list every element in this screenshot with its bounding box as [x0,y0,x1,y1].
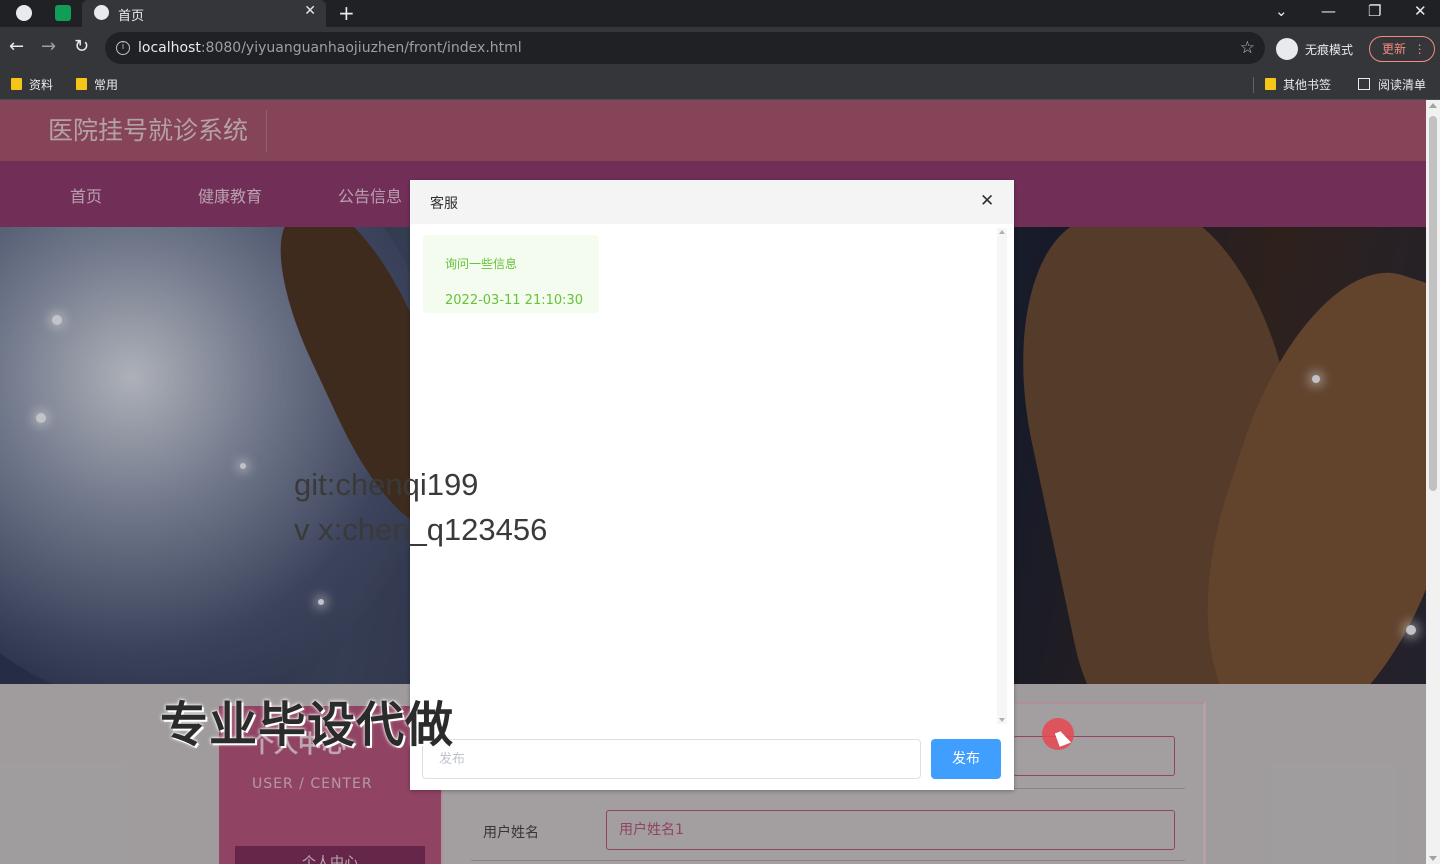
folder-icon [76,78,87,90]
window-close-button[interactable]: ✕ [1414,2,1427,20]
new-tab-button[interactable]: + [338,1,355,25]
watermark-line: git:chenqi199 [294,467,479,502]
tab-favicon-icon [94,5,109,20]
dialog-title: 客服 [430,196,458,212]
watermark-line: v x:chen_q123456 [294,512,548,547]
tab-search-button[interactable]: ⌄ [1275,2,1288,20]
dialog-header: 客服 ✕ [410,180,1014,224]
scroll-up-arrow-icon[interactable] [1429,103,1437,108]
other-bookmarks[interactable]: 其他书签 [1265,76,1331,93]
incognito-icon[interactable] [1276,38,1298,60]
browser-tab-home[interactable]: 首页 ✕ [82,0,326,27]
bookmarks-bar: 资料 常用 其他书签 阅读清单 [0,69,1440,100]
incognito-label[interactable]: 无痕模式 [1305,41,1353,58]
bookmark-divider [1253,77,1254,93]
watermark-banner: 专业毕设代做 [160,697,455,753]
browser-tab-strip: 首页 ✕ + ⌄ — ❐ ✕ [0,0,1440,27]
site-info-icon[interactable]: i [116,41,130,55]
chat-message-time: 2022-03-11 21:10:30 [445,293,584,308]
page-scrollbar-thumb[interactable] [1429,116,1437,491]
tab-close-icon[interactable]: ✕ [304,3,316,19]
reading-list-icon [1358,78,1370,90]
forward-arrow-icon[interactable]: → [41,37,56,57]
bookmark-folder-changyong[interactable]: 常用 [76,76,118,93]
address-bar[interactable]: i localhost:8080/yiyuanguanhaojiuzhen/fr… [105,32,1265,64]
page-scrollbar[interactable] [1426,100,1440,864]
chat-scroll-up-icon[interactable] [999,230,1005,234]
chat-scroll-down-icon[interactable] [999,718,1005,722]
folder-icon [11,78,22,90]
message-input[interactable] [422,739,921,779]
browser-toolbar: ← → ↻ i localhost:8080/yiyuanguanhaojiuz… [0,27,1440,69]
send-button[interactable]: 发布 [931,739,1001,779]
update-button[interactable]: 更新 ⋮ [1369,36,1435,62]
scroll-down-arrow-icon[interactable] [1429,856,1437,861]
watermark-text: git:chenqi199 v x:chen_q123456 [294,462,547,552]
bookmark-folder-ziliao[interactable]: 资料 [11,76,53,93]
pinned-tab-icon[interactable] [55,5,71,21]
chat-scrollbar[interactable] [997,228,1007,724]
chat-message-text: 询问一些信息 [445,257,518,271]
chat-message-bubble: 询问一些信息 2022-03-11 21:10:30 [423,235,599,313]
back-arrow-icon[interactable]: ← [9,37,24,57]
bookmark-star-icon[interactable]: ☆ [1240,38,1255,58]
tab-title: 首页 [118,9,145,24]
reload-icon[interactable]: ↻ [74,37,89,57]
folder-icon [1265,78,1276,90]
reading-list[interactable]: 阅读清单 [1358,76,1426,93]
restore-button[interactable]: ❐ [1368,2,1381,20]
browser-globe-icon[interactable] [16,5,32,21]
minimize-button[interactable]: — [1321,2,1336,20]
dialog-close-icon[interactable]: ✕ [980,191,994,211]
url-text[interactable]: localhost:8080/yiyuanguanhaojiuzhen/fron… [138,40,522,56]
